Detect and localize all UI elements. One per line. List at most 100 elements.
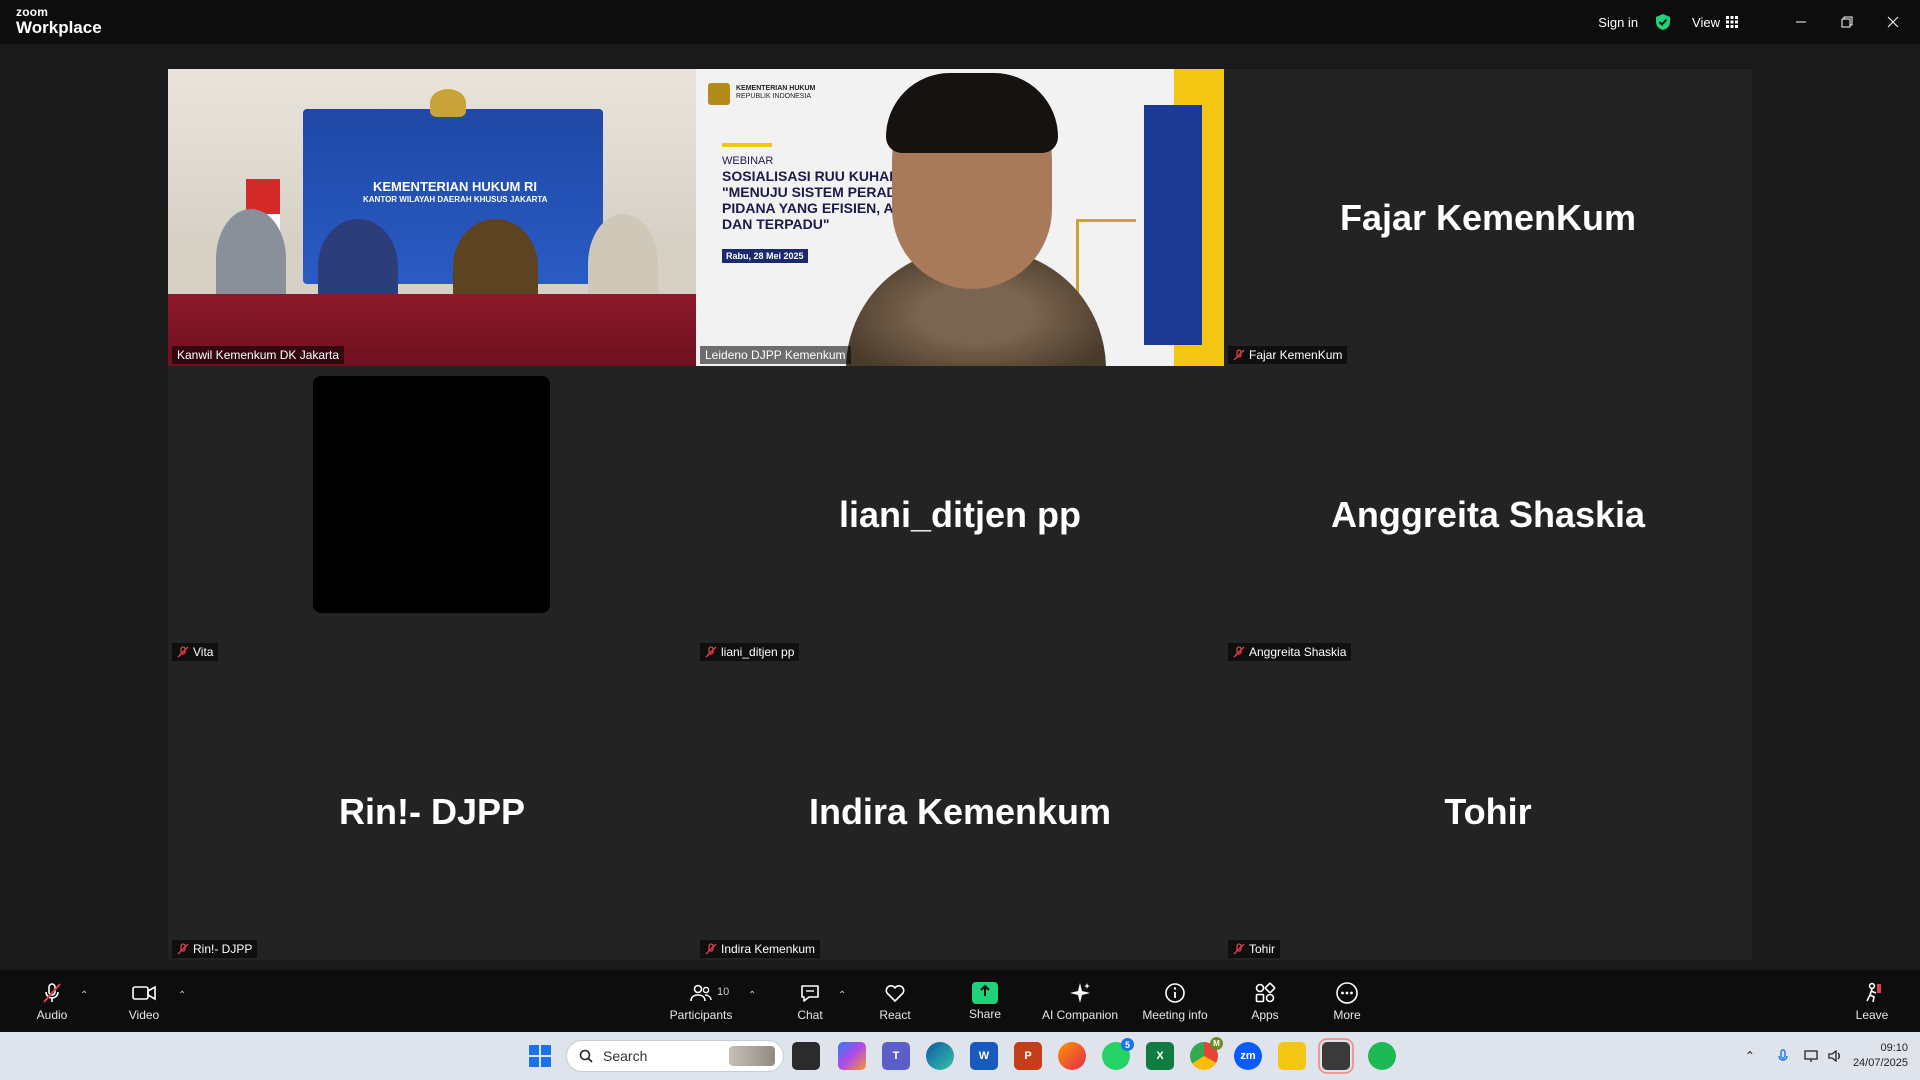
video-tile-fajar[interactable]: Fajar KemenKum Fajar KemenKum xyxy=(1224,69,1752,366)
participants-button[interactable]: Participants xyxy=(666,970,736,1032)
video-tile-rin[interactable]: Rin!- DJPP Rin!- DJPP xyxy=(168,663,696,960)
muted-mic-icon xyxy=(1233,646,1245,658)
chat-label: Chat xyxy=(797,1007,823,1022)
name-tag: liani_ditjen pp xyxy=(700,643,800,661)
slide-blue-book xyxy=(1144,105,1202,345)
meeting-stage: KEMENTERIAN HUKUM RI KANTOR WILAYAH DAER… xyxy=(0,44,1920,970)
chat-icon xyxy=(801,984,819,1002)
microphone-tray-icon[interactable] xyxy=(1775,1048,1791,1064)
virtual-background-slide: KEMENTERIAN HUKUM REPUBLIK INDONESIA WEB… xyxy=(696,69,1224,366)
file-explorer-icon[interactable] xyxy=(1278,1042,1306,1070)
video-tile-vita[interactable]: Vita xyxy=(168,366,696,663)
excel-icon[interactable]: X xyxy=(1146,1042,1174,1070)
more-button[interactable]: More xyxy=(1326,970,1368,1032)
spotify-icon[interactable] xyxy=(1368,1042,1396,1070)
encryption-shield-icon[interactable] xyxy=(1654,13,1672,31)
meeting-toolbar: Audio ⌃ Video ⌃ Participants 10 ⌃ Chat ⌃… xyxy=(0,970,1920,1032)
name-tag: Kanwil Kemenkum DK Jakarta xyxy=(172,346,345,364)
close-button[interactable] xyxy=(1870,0,1916,44)
slide-title-line3: PIDANA YANG EFISIEN, A xyxy=(722,199,894,216)
network-icon[interactable] xyxy=(1803,1048,1819,1064)
title-bar: zoom Workplace Sign in View xyxy=(0,0,1920,44)
sign-in-button[interactable]: Sign in xyxy=(1598,15,1638,30)
audio-button[interactable]: Audio xyxy=(32,970,72,1032)
react-button[interactable]: React xyxy=(874,970,916,1032)
apps-icon xyxy=(1255,982,1276,1002)
restore-button[interactable] xyxy=(1824,0,1870,44)
meeting-info-label: Meeting info xyxy=(1142,1007,1208,1022)
name-tag: Tohir xyxy=(1228,940,1281,958)
ai-companion-button[interactable]: AI Companion xyxy=(1040,970,1120,1032)
share-button[interactable]: Share xyxy=(964,970,1006,1032)
minimize-button[interactable] xyxy=(1778,0,1824,44)
name-tag: Vita xyxy=(172,643,219,661)
name-tag: Leideno DJPP Kemenkum xyxy=(700,346,851,364)
chrome-profile-badge: M xyxy=(1210,1037,1223,1050)
copilot-icon[interactable] xyxy=(838,1042,866,1070)
clock-time: 09:10 xyxy=(1880,1042,1908,1055)
participants-options-caret[interactable]: ⌃ xyxy=(748,990,756,1001)
muted-mic-icon xyxy=(705,943,717,955)
search-icon xyxy=(579,1049,593,1063)
chat-options-caret[interactable]: ⌃ xyxy=(838,990,846,1001)
video-tile-liani[interactable]: liani_ditjen pp liani_ditjen pp xyxy=(696,366,1224,663)
sticky-notes-icon[interactable] xyxy=(1318,1038,1354,1074)
logo-workplace-text: Workplace xyxy=(16,18,102,37)
video-tile-indira[interactable]: Indira Kemenkum Indira Kemenkum xyxy=(696,663,1224,960)
ministry-logo-icon xyxy=(708,83,730,105)
video-options-caret[interactable]: ⌃ xyxy=(178,990,186,1001)
more-icon xyxy=(1336,981,1358,1004)
leave-icon xyxy=(1866,982,1881,1002)
video-tile-kanwil[interactable]: KEMENTERIAN HUKUM RI KANTOR WILAYAH DAER… xyxy=(168,69,696,366)
gallery-grid: KEMENTERIAN HUKUM RI KANTOR WILAYAH DAER… xyxy=(168,69,1752,960)
video-tile-anggreita[interactable]: Anggreita Shaskia Anggreita Shaskia xyxy=(1224,366,1752,663)
video-tile-leideno[interactable]: KEMENTERIAN HUKUM REPUBLIK INDONESIA WEB… xyxy=(696,69,1224,366)
taskbar-clock[interactable]: 09:10 24/07/2025 xyxy=(1853,1041,1908,1071)
chat-button[interactable]: Chat xyxy=(790,970,830,1032)
taskbar-search-box[interactable]: Search xyxy=(566,1040,784,1072)
muted-microphone-icon xyxy=(43,982,61,1003)
apps-button[interactable]: Apps xyxy=(1244,970,1286,1032)
muted-mic-icon xyxy=(177,943,189,955)
powerpoint-icon[interactable]: P xyxy=(1014,1042,1042,1070)
slide-accent xyxy=(722,143,772,147)
task-view-button[interactable] xyxy=(792,1042,820,1070)
info-icon xyxy=(1165,982,1185,1003)
participant-name: Kanwil Kemenkum DK Jakarta xyxy=(177,348,340,362)
participants-label: Participants xyxy=(669,1007,733,1022)
whatsapp-icon[interactable]: 5 xyxy=(1102,1038,1134,1070)
meeting-info-button[interactable]: Meeting info xyxy=(1140,970,1210,1032)
zoom-app-icon[interactable]: zm xyxy=(1234,1042,1262,1070)
name-tag: Anggreita Shaskia xyxy=(1228,643,1352,661)
video-button[interactable]: Video xyxy=(124,970,164,1032)
firefox-icon[interactable] xyxy=(1058,1042,1086,1070)
slide-date: Rabu, 28 Mei 2025 xyxy=(722,249,808,263)
restore-icon xyxy=(1841,16,1853,28)
chrome-icon[interactable]: M xyxy=(1190,1037,1223,1070)
windows-start-button[interactable] xyxy=(526,1042,554,1070)
share-screen-icon xyxy=(972,981,998,1004)
leave-label: Leave xyxy=(1855,1007,1889,1022)
view-button[interactable]: View xyxy=(1692,15,1738,30)
word-icon[interactable]: W xyxy=(970,1042,998,1070)
slide-org-line2: REPUBLIK INDONESIA xyxy=(736,93,812,101)
teams-icon[interactable]: T xyxy=(882,1042,910,1070)
search-highlight-illustration-icon xyxy=(729,1046,775,1066)
search-placeholder: Search xyxy=(603,1048,648,1064)
video-tile-tohir[interactable]: Tohir Tohir xyxy=(1224,663,1752,960)
room-video: KEMENTERIAN HUKUM RI KANTOR WILAYAH DAER… xyxy=(168,69,696,366)
participant-display-name: liani_ditjen pp xyxy=(838,493,1081,535)
participant-display-name: Fajar KemenKum xyxy=(1339,196,1637,238)
ai-companion-label: AI Companion xyxy=(1041,1007,1119,1022)
leave-button[interactable]: Leave xyxy=(1852,970,1892,1032)
slide-title-line1: SOSIALISASI RUU KUHAP: xyxy=(722,167,904,184)
audio-options-caret[interactable]: ⌃ xyxy=(80,990,88,1001)
video-camera-icon xyxy=(132,985,156,1000)
participant-name: Leideno DJPP Kemenkum xyxy=(705,348,846,362)
muted-mic-icon xyxy=(705,646,717,658)
volume-icon[interactable] xyxy=(1827,1048,1843,1064)
slide-org: KEMENTERIAN HUKUM REPUBLIK INDONESIA xyxy=(736,85,815,102)
slide-title-line2: "MENUJU SISTEM PERAD xyxy=(722,183,897,200)
edge-icon[interactable] xyxy=(926,1042,954,1070)
show-hidden-icons-chevron-icon[interactable]: ⌃ xyxy=(1745,1049,1755,1063)
